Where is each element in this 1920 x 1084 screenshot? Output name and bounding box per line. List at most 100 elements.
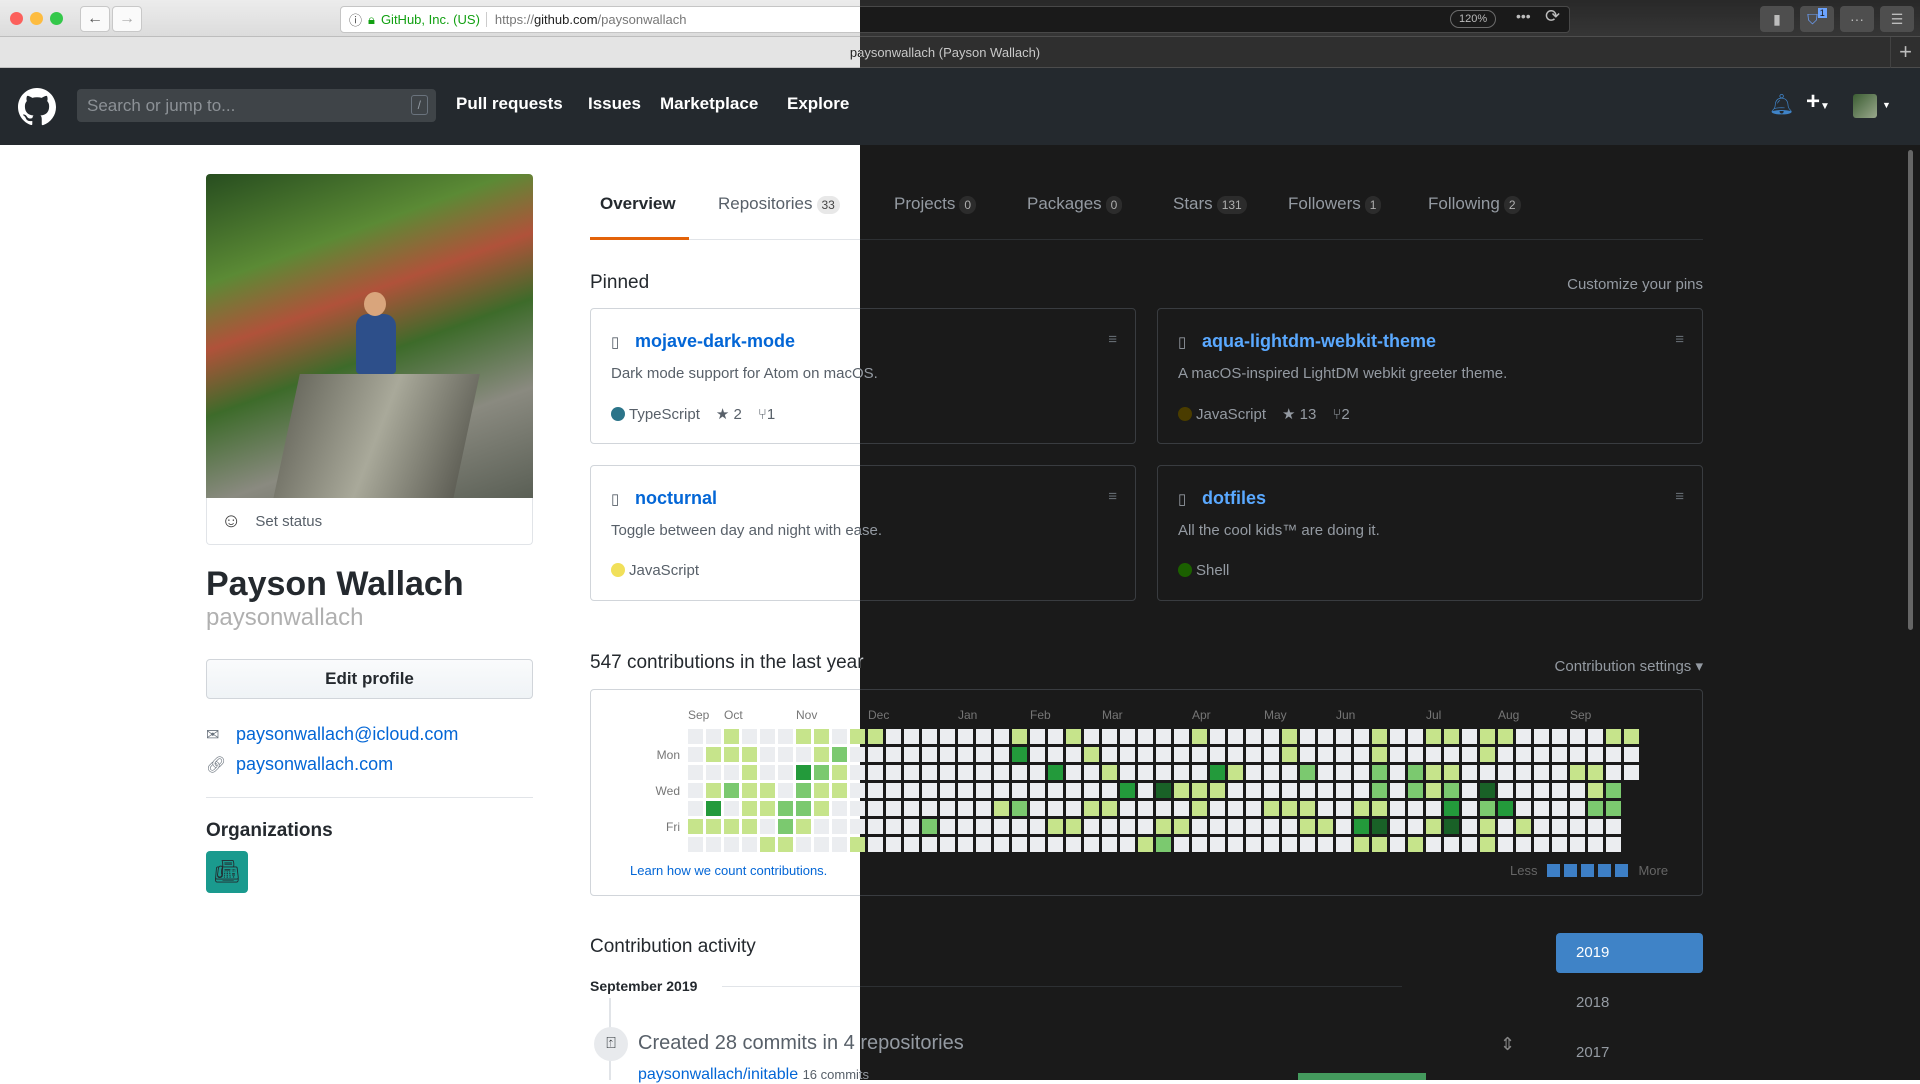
contribution-day[interactable] — [1156, 729, 1171, 744]
website-link[interactable]: paysonwallach.com — [236, 754, 393, 775]
contribution-day[interactable] — [1372, 729, 1387, 744]
contribution-day[interactable] — [850, 819, 865, 834]
contribution-day[interactable] — [1498, 747, 1513, 762]
contribution-day[interactable] — [1516, 747, 1531, 762]
contribution-day[interactable] — [1156, 783, 1171, 798]
contribution-day[interactable] — [1426, 729, 1441, 744]
contribution-day[interactable] — [1174, 837, 1189, 852]
contribution-day[interactable] — [1246, 801, 1261, 816]
contribution-day[interactable] — [1336, 801, 1351, 816]
contribution-day[interactable] — [1282, 801, 1297, 816]
contribution-day[interactable] — [1174, 729, 1189, 744]
contribution-day[interactable] — [1300, 747, 1315, 762]
repo-forks[interactable]: ⑂1 — [758, 406, 775, 423]
contribution-day[interactable] — [1048, 801, 1063, 816]
contribution-day[interactable] — [1264, 801, 1279, 816]
contribution-day[interactable] — [1462, 765, 1477, 780]
contribution-day[interactable] — [1426, 819, 1441, 834]
contribution-day[interactable] — [976, 783, 991, 798]
contribution-day[interactable] — [868, 747, 883, 762]
contribution-day[interactable] — [1084, 837, 1099, 852]
contribution-day[interactable] — [1102, 747, 1117, 762]
contribution-day[interactable] — [706, 801, 721, 816]
contribution-day[interactable] — [922, 837, 937, 852]
contribution-day[interactable] — [1138, 837, 1153, 852]
contribution-day[interactable] — [1012, 747, 1027, 762]
contribution-day[interactable] — [1426, 783, 1441, 798]
contribution-day[interactable] — [1570, 747, 1585, 762]
contribution-day[interactable] — [1192, 819, 1207, 834]
contribution-day[interactable] — [1246, 837, 1261, 852]
contribution-day[interactable] — [832, 801, 847, 816]
contribution-day[interactable] — [832, 729, 847, 744]
contribution-day[interactable] — [1336, 729, 1351, 744]
contribution-day[interactable] — [1498, 729, 1513, 744]
contribution-day[interactable] — [1282, 783, 1297, 798]
contribution-day[interactable] — [994, 783, 1009, 798]
set-status-button[interactable]: ☺ Set status — [206, 498, 533, 545]
contribution-day[interactable] — [1480, 729, 1495, 744]
repo-link[interactable]: dotfiles — [1202, 488, 1266, 509]
contribution-day[interactable] — [922, 819, 937, 834]
contribution-day[interactable] — [1480, 819, 1495, 834]
contribution-day[interactable] — [706, 783, 721, 798]
contribution-day[interactable] — [742, 765, 757, 780]
contribution-day[interactable] — [814, 783, 829, 798]
organization-avatar[interactable]: 📠︎ — [206, 851, 248, 893]
contribution-day[interactable] — [1606, 801, 1621, 816]
contribution-day[interactable] — [1084, 801, 1099, 816]
contribution-day[interactable] — [1570, 729, 1585, 744]
contribution-day[interactable] — [1318, 729, 1333, 744]
contribution-day[interactable] — [1606, 837, 1621, 852]
contribution-day[interactable] — [886, 801, 901, 816]
contribution-day[interactable] — [1084, 819, 1099, 834]
contribution-day[interactable] — [904, 765, 919, 780]
contribution-day[interactable] — [1282, 747, 1297, 762]
contribution-day[interactable] — [1336, 747, 1351, 762]
contribution-day[interactable] — [1318, 747, 1333, 762]
contribution-day[interactable] — [1534, 765, 1549, 780]
contribution-day[interactable] — [1282, 765, 1297, 780]
contribution-day[interactable] — [1516, 801, 1531, 816]
menu-button[interactable]: ☰ — [1880, 6, 1914, 32]
nav-explore[interactable]: Explore — [787, 94, 849, 114]
contribution-day[interactable] — [1390, 765, 1405, 780]
contribution-day[interactable] — [688, 765, 703, 780]
contribution-day[interactable] — [1462, 837, 1477, 852]
contribution-day[interactable] — [886, 819, 901, 834]
contribution-day[interactable] — [1516, 783, 1531, 798]
contribution-day[interactable] — [1498, 837, 1513, 852]
contribution-day[interactable] — [832, 783, 847, 798]
contribution-day[interactable] — [1012, 765, 1027, 780]
contribution-day[interactable] — [1264, 837, 1279, 852]
contribution-day[interactable] — [1444, 765, 1459, 780]
contribution-day[interactable] — [886, 747, 901, 762]
contribution-day[interactable] — [1264, 729, 1279, 744]
contribution-day[interactable] — [1552, 729, 1567, 744]
address-bar[interactable]: ⓘ 🔒︎ GitHub, Inc. (US) https://github.co… — [340, 6, 1570, 33]
contribution-day[interactable] — [706, 729, 721, 744]
contribution-day[interactable] — [1570, 837, 1585, 852]
contribution-day[interactable] — [1138, 765, 1153, 780]
contribution-day[interactable] — [1228, 819, 1243, 834]
contribution-day[interactable] — [796, 747, 811, 762]
contribution-day[interactable] — [1300, 837, 1315, 852]
contribution-day[interactable] — [724, 765, 739, 780]
contribution-day[interactable] — [850, 747, 865, 762]
contribution-day[interactable] — [1192, 837, 1207, 852]
contribution-day[interactable] — [1516, 765, 1531, 780]
contribution-day[interactable] — [778, 837, 793, 852]
contribution-day[interactable] — [1354, 747, 1369, 762]
contribution-day[interactable] — [994, 837, 1009, 852]
contribution-day[interactable] — [1282, 819, 1297, 834]
contribution-day[interactable] — [958, 819, 973, 834]
contribution-day[interactable] — [1516, 729, 1531, 744]
contribution-day[interactable] — [1570, 801, 1585, 816]
contribution-day[interactable] — [1336, 783, 1351, 798]
contribution-day[interactable] — [1354, 783, 1369, 798]
contribution-day[interactable] — [1570, 765, 1585, 780]
contribution-day[interactable] — [1300, 801, 1315, 816]
contribution-day[interactable] — [1534, 801, 1549, 816]
contribution-day[interactable] — [1534, 837, 1549, 852]
contribution-day[interactable] — [1318, 801, 1333, 816]
